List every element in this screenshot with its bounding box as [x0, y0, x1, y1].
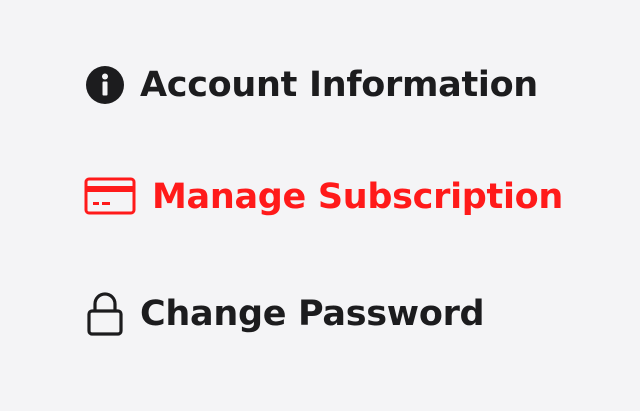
menu-item-change-password[interactable]: Change Password — [84, 290, 485, 338]
info-icon — [84, 64, 126, 106]
menu-item-label: Change Password — [140, 293, 485, 334]
lock-icon — [84, 290, 126, 338]
menu-item-account-information[interactable]: Account Information — [84, 64, 538, 106]
menu-item-label: Account Information — [140, 64, 538, 105]
menu-item-label: Manage Subscription — [152, 176, 564, 217]
menu-item-manage-subscription[interactable]: Manage Subscription — [84, 176, 563, 218]
account-settings-menu: Account Information Manage Subscription … — [0, 0, 640, 411]
credit-card-icon — [84, 176, 138, 218]
